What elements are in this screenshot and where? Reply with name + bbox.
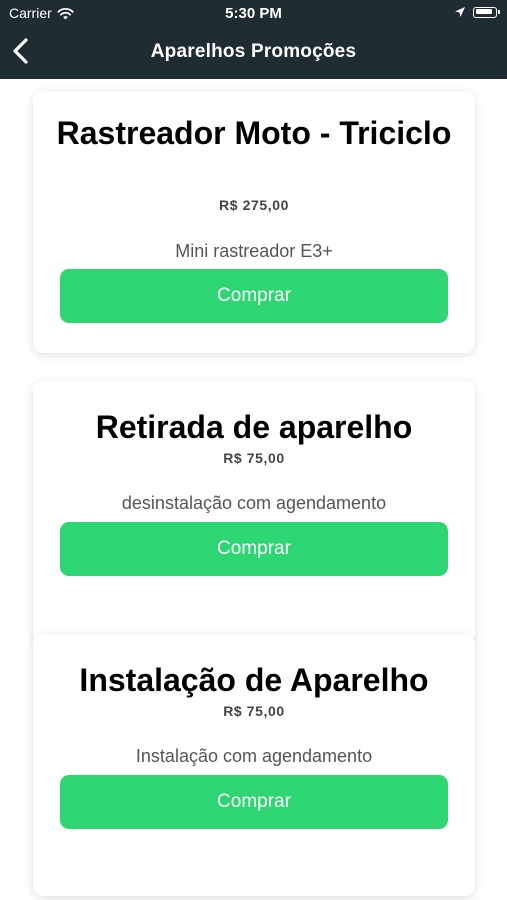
- page-title: Aparelhos Promoções: [150, 41, 357, 62]
- product-title: Rastreador Moto - Triciclo: [56, 115, 452, 151]
- product-card: Rastreador Moto - Triciclo R$ 275,00 Min…: [33, 91, 475, 353]
- product-price: R$ 75,00: [223, 450, 285, 466]
- battery-icon: [473, 6, 500, 18]
- buy-button[interactable]: Comprar: [60, 522, 448, 576]
- product-card: Instalação de Aparelho R$ 75,00 Instalaç…: [33, 634, 475, 896]
- buy-button[interactable]: Comprar: [60, 775, 448, 829]
- product-title: Instalação de Aparelho: [79, 662, 429, 698]
- location-arrow-icon: [455, 7, 465, 17]
- product-description: Instalação com agendamento: [135, 746, 373, 766]
- product-price: R$ 75,00: [223, 703, 285, 719]
- status-right: [454, 6, 500, 18]
- top-bar: Carrier 5:30 PM Aparelhos Promoções: [0, 0, 507, 79]
- product-title: Retirada de aparelho: [95, 409, 413, 445]
- clock: 5:30 PM: [225, 5, 282, 22]
- status-bar: Carrier 5:30 PM: [0, 0, 507, 28]
- product-description: desinstalação com agendamento: [121, 493, 387, 513]
- product-description: Mini rastreador E3+: [175, 241, 333, 261]
- product-price: R$ 275,00: [218, 197, 289, 213]
- product-card: Retirada de aparelho R$ 75,00 desinstala…: [33, 381, 475, 643]
- navigation-bar: Aparelhos Promoções: [0, 28, 507, 79]
- buy-button[interactable]: Comprar: [60, 269, 448, 323]
